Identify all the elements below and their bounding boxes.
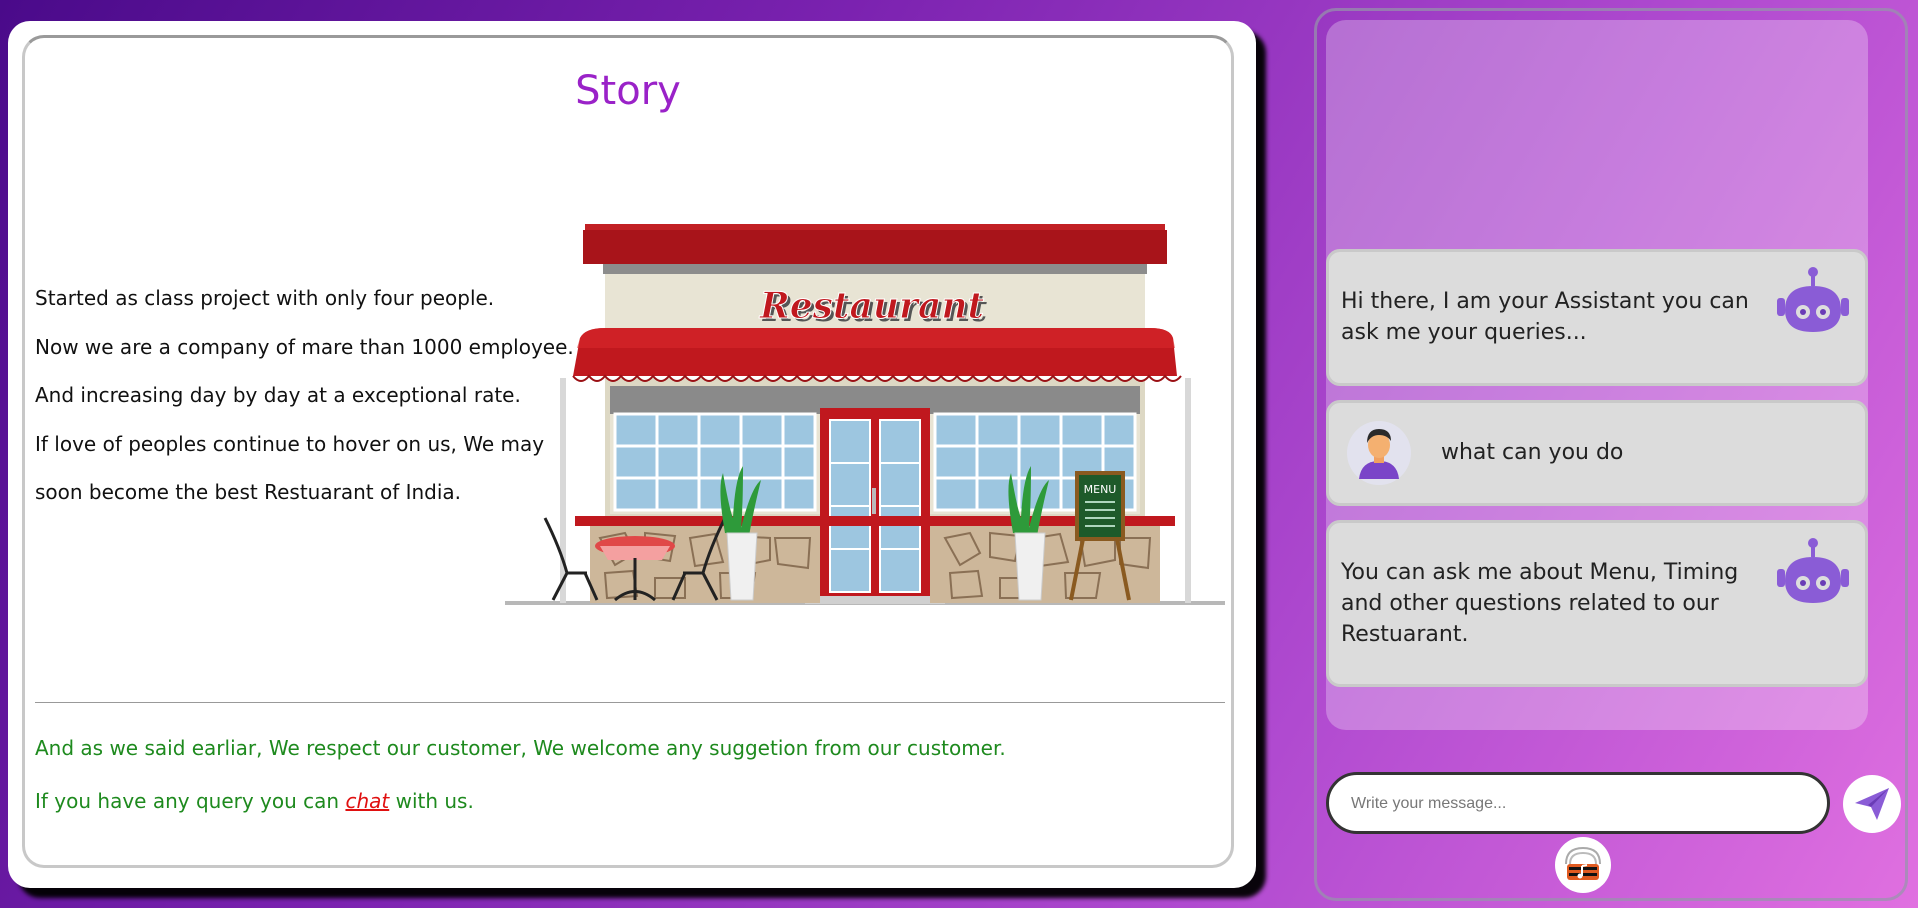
message-input[interactable]: [1329, 775, 1793, 833]
message-text: Hi there, I am your Assistant you can as…: [1341, 289, 1749, 345]
story-line: soon become the best Restuarant of India…: [35, 480, 462, 504]
user-message: what can you do: [1326, 400, 1868, 506]
bot-message: You can ask me about Menu, Timing and ot…: [1326, 520, 1868, 687]
chat-link[interactable]: chat: [345, 789, 389, 813]
divider: [35, 702, 1225, 703]
paper-plane-icon: [1855, 788, 1889, 820]
robot-icon: [1777, 267, 1849, 332]
music-icon: [1565, 846, 1601, 880]
music-button[interactable]: [1555, 837, 1611, 893]
story-card: Story Started as class project with only…: [8, 21, 1256, 888]
send-button[interactable]: [1843, 775, 1901, 833]
story-line: And increasing day by day at a exception…: [35, 383, 521, 407]
chat-panel: Hi there, I am your Assistant you can as…: [1314, 8, 1908, 901]
chat-prompt-text-end: with us.: [389, 789, 474, 813]
chat-prompt-text: If you have any query you can: [35, 789, 346, 813]
story-line: Started as class project with only four …: [35, 286, 495, 310]
restaurant-illustration: Restaurant Restaurant MENU: [505, 224, 1225, 605]
user-avatar-icon: [1347, 421, 1411, 485]
story-card-inner: Story Started as class project with only…: [22, 35, 1234, 868]
message-input-wrapper: [1326, 772, 1830, 834]
chat-prompt: If you have any query you can chat with …: [35, 789, 474, 813]
chat-messages: Hi there, I am your Assistant you can as…: [1326, 20, 1868, 730]
story-text: Started as class project with only four …: [35, 274, 574, 517]
bot-message: Hi there, I am your Assistant you can as…: [1326, 249, 1868, 386]
footer-note: And as we said earliar, We respect our c…: [35, 736, 1006, 760]
story-title: Story: [575, 68, 681, 114]
menu-board-label: MENU: [1084, 483, 1117, 496]
message-text: You can ask me about Menu, Timing and ot…: [1341, 560, 1739, 647]
message-text: what can you do: [1441, 440, 1624, 465]
story-line: Now we are a company of mare than 1000 e…: [35, 334, 574, 359]
story-line: If love of peoples continue to hover on …: [35, 431, 545, 456]
robot-icon: [1777, 538, 1849, 603]
restaurant-sign: Restaurant: [759, 285, 985, 327]
